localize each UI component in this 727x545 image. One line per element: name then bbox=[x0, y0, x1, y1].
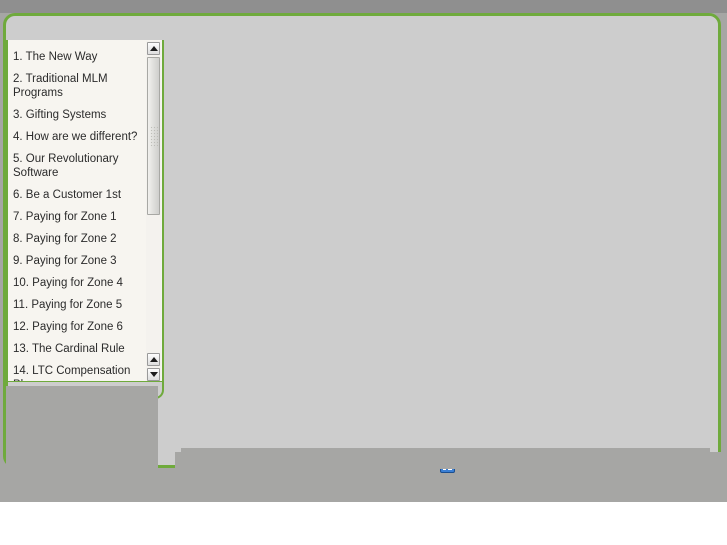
list-item[interactable]: 4. How are we different? bbox=[8, 126, 148, 148]
stage-left-mask bbox=[6, 386, 158, 468]
scroll-up-button-bottom[interactable] bbox=[147, 353, 160, 366]
arrow-up-icon bbox=[149, 46, 158, 51]
slide-display-area[interactable] bbox=[164, 16, 718, 473]
list-item[interactable]: 6. Be a Customer 1st bbox=[8, 184, 148, 206]
list-item[interactable]: 12. Paying for Zone 6 bbox=[8, 316, 148, 338]
list-item[interactable]: 2. Traditional MLM Programs bbox=[8, 68, 148, 104]
outline-scroll-view[interactable]: 1. The New Way 2. Traditional MLM Progra… bbox=[8, 40, 163, 382]
list-item[interactable]: 14. LTC Compensation Plan bbox=[8, 360, 148, 381]
slide-outline-panel[interactable]: 1. The New Way 2. Traditional MLM Progra… bbox=[6, 40, 164, 399]
scrollbar-thumb[interactable] bbox=[147, 57, 160, 215]
list-item[interactable]: 11. Paying for Zone 5 bbox=[8, 294, 148, 316]
scroll-grip-icon bbox=[150, 126, 159, 148]
outline-list: 1. The New Way 2. Traditional MLM Progra… bbox=[8, 40, 148, 381]
list-item[interactable]: 9. Paying for Zone 3 bbox=[8, 250, 148, 272]
scroll-up-button[interactable] bbox=[147, 42, 160, 55]
list-item[interactable]: 7. Paying for Zone 1 bbox=[8, 206, 148, 228]
list-item[interactable]: 8. Paying for Zone 2 bbox=[8, 228, 148, 250]
stage-bottom-mask bbox=[175, 452, 721, 469]
list-item[interactable]: 10. Paying for Zone 4 bbox=[8, 272, 148, 294]
arrow-down-icon bbox=[149, 372, 158, 377]
window-top-strip bbox=[0, 0, 727, 13]
arrow-up-icon bbox=[149, 357, 158, 362]
list-item[interactable]: 1. The New Way bbox=[8, 46, 148, 68]
list-item[interactable]: 3. Gifting Systems bbox=[8, 104, 148, 126]
list-item[interactable]: 5. Our Revolutionary Software bbox=[8, 148, 148, 184]
scroll-down-button[interactable] bbox=[147, 368, 160, 381]
outline-vertical-scrollbar[interactable] bbox=[146, 41, 161, 381]
application-window: 1. The New Way 2. Traditional MLM Progra… bbox=[0, 0, 727, 545]
list-item[interactable]: 13. The Cardinal Rule bbox=[8, 338, 148, 360]
